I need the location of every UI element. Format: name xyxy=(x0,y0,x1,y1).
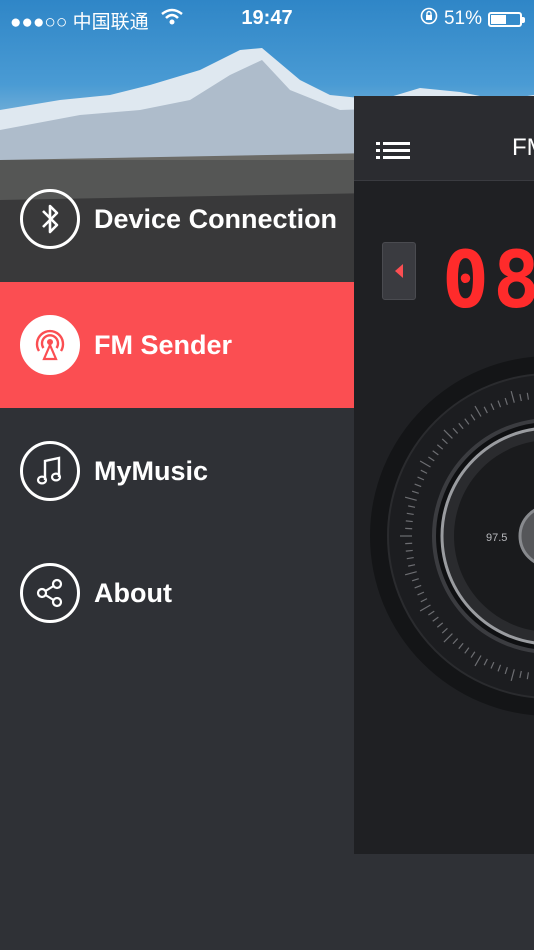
music-note-icon xyxy=(20,441,80,501)
menu-label: Device Connection xyxy=(94,203,338,234)
orientation-lock-icon xyxy=(420,7,438,31)
dial-tick xyxy=(405,549,413,552)
frequency-display: 08 xyxy=(442,236,534,326)
bluetooth-icon xyxy=(20,189,80,249)
top-bar: FM xyxy=(354,96,534,181)
previous-frequency-button[interactable] xyxy=(382,242,416,300)
menu-toggle-icon[interactable] xyxy=(376,142,410,160)
chevron-left-icon xyxy=(395,264,403,278)
status-bar: ●●●○○ 中国联通 19:47 51% xyxy=(0,0,534,36)
menu-item-device-connection[interactable]: Device Connection xyxy=(0,156,354,282)
tuning-dial[interactable] xyxy=(370,346,534,746)
dial-tick xyxy=(405,520,413,523)
page-title: FM xyxy=(512,134,534,161)
fm-sender-panel: FM 08 97.5 xyxy=(354,96,534,854)
dial-tick-label: 97.5 xyxy=(486,532,508,544)
broadcast-icon xyxy=(20,315,80,375)
menu-item-mymusic[interactable]: MyMusic xyxy=(0,408,354,534)
menu-item-fm-sender[interactable]: FM Sender xyxy=(0,282,354,408)
share-icon xyxy=(20,563,80,623)
battery-percent: 51% xyxy=(443,8,482,29)
battery-icon xyxy=(488,11,525,27)
menu-label: FM Sender xyxy=(94,329,233,360)
menu-label: MyMusic xyxy=(94,455,209,486)
menu-item-about[interactable]: About xyxy=(0,530,354,656)
menu-label: About xyxy=(94,577,172,608)
